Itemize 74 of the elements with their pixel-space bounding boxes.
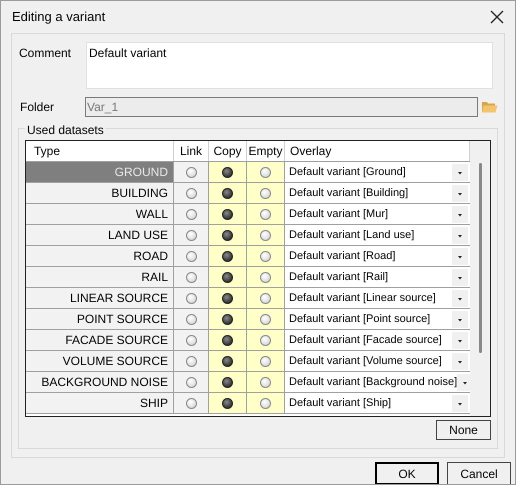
radio-button[interactable] [222,230,233,240]
caret-icon [452,290,468,306]
radio-button[interactable] [222,272,233,282]
radio-button[interactable] [186,166,196,178]
radio-button[interactable] [260,376,271,388]
folder-icon [482,101,498,113]
radio-button[interactable] [186,188,196,198]
radio-button[interactable] [260,250,271,262]
radio-button[interactable] [222,188,233,198]
radio-button[interactable] [222,314,233,324]
column-header[interactable]: Empty [247,141,285,161]
radio-button[interactable] [260,188,271,198]
caret-icon [452,248,468,264]
folder-label: Folder [19,99,56,116]
caret-icon [457,374,470,390]
type-cell[interactable]: LINEAR SOURCE [26,288,174,308]
column-header[interactable]: Link [174,141,209,161]
radio-button[interactable] [260,356,271,366]
radio-button[interactable] [222,356,233,366]
type-cell[interactable]: POINT SOURCE [26,309,174,329]
caret-icon [452,310,468,328]
radio-button[interactable] [186,398,196,408]
type-cell[interactable]: BACKGROUND NOISE [26,372,174,392]
radio-button[interactable] [222,376,233,388]
radio-button[interactable] [260,272,271,282]
radio-button[interactable] [260,208,271,220]
caret-icon [452,164,468,180]
radio-button[interactable] [186,272,196,282]
radio-button[interactable] [222,292,233,304]
radio-button[interactable] [222,250,233,262]
radio-button[interactable] [186,376,196,388]
radio-button[interactable] [186,292,196,304]
comment-label: Comment [18,45,72,62]
type-cell[interactable]: VOLUME SOURCE [26,351,174,371]
type-cell[interactable]: BUILDING [26,183,174,203]
comment-field[interactable]: Default variant [86,42,493,89]
caret-icon [452,394,468,412]
radio-button[interactable] [186,250,196,262]
close-icon [490,10,504,24]
radio-button[interactable] [222,334,233,346]
radio-button[interactable] [186,334,196,346]
caret-icon [452,268,468,286]
radio-button[interactable] [260,292,271,304]
type-cell[interactable]: RAIL [26,267,174,287]
radio-button[interactable] [260,166,271,178]
caret-icon [452,184,468,202]
type-cell[interactable]: FACADE SOURCE [26,330,174,350]
radio-button[interactable] [186,230,196,240]
radio-button[interactable] [186,208,196,220]
column-header[interactable]: Copy [209,141,247,161]
radio-button[interactable] [222,166,233,178]
none-button[interactable]: None [436,420,491,440]
type-cell[interactable]: SHIP [26,393,174,413]
caret-icon [452,206,468,222]
type-cell[interactable]: ROAD [26,246,174,266]
scrollbar[interactable] [470,141,490,416]
type-cell[interactable]: WALL [26,204,174,224]
type-cell[interactable]: LAND USE [26,225,174,245]
radio-button[interactable] [222,208,233,220]
radio-button[interactable] [222,398,233,408]
caret-icon [452,352,468,370]
caret-icon [452,226,468,244]
window-title: Editing a variant [12,8,106,26]
caret-icon [452,332,468,348]
scroll-thumb[interactable] [478,163,482,353]
radio-button[interactable] [186,356,196,366]
radio-button[interactable] [186,314,196,324]
radio-button[interactable] [260,398,271,408]
radio-button[interactable] [260,314,271,324]
column-header[interactable]: Type [26,141,174,161]
radio-button[interactable] [260,334,271,346]
dialog-button[interactable]: Cancel [447,462,511,484]
radio-button[interactable] [260,230,271,240]
dialog-button[interactable]: OK [375,462,439,484]
